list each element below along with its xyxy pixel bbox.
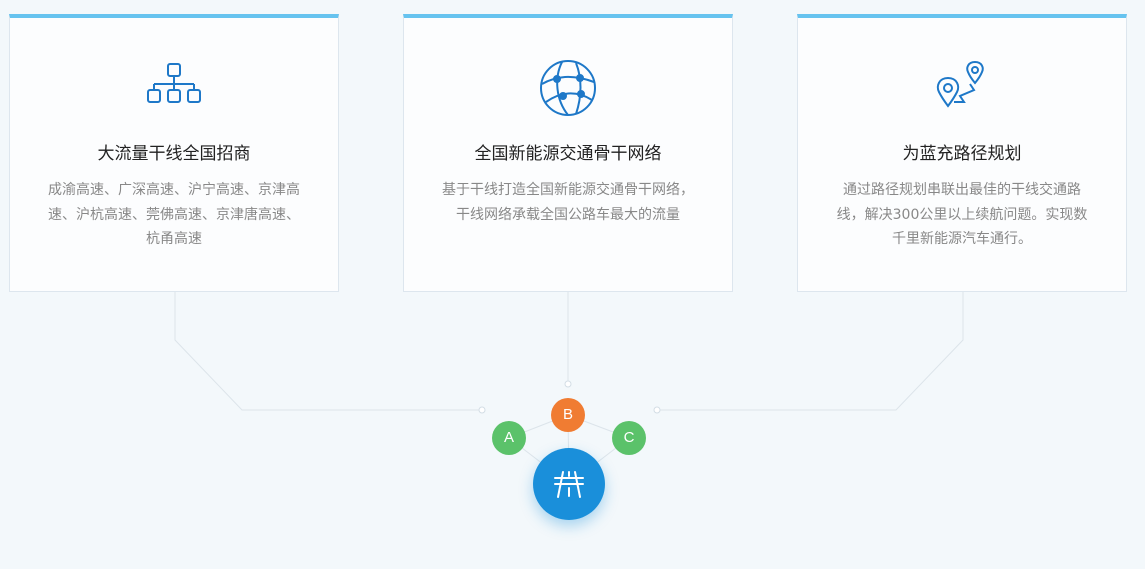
node-b: B <box>551 398 585 432</box>
card-title: 全国新能源交通骨干网络 <box>474 144 662 164</box>
highway-icon <box>554 471 584 498</box>
node-a: A <box>492 421 526 455</box>
connector-right <box>659 292 964 411</box>
card-description: 基于干线打造全国新能源交通骨干网络，干线网络承载全国公路车最大的流量 <box>442 182 694 223</box>
org-chart-icon <box>142 56 206 120</box>
connector-dot-left <box>478 406 486 414</box>
card-trunk-investment: 大流量干线全国招商 成渝高速、广深高速、沪宁高速、京津高速、沪杭高速、莞佛高速、… <box>9 14 339 292</box>
card-route-planning: 为蓝充路径规划 通过路径规划串联出最佳的干线交通路线，解决300公里以上续航问题… <box>797 14 1127 292</box>
globe-network-icon <box>536 56 600 120</box>
node-c: C <box>612 421 646 455</box>
connector-dot-right <box>653 406 661 414</box>
highway-hub <box>533 448 605 520</box>
card-title: 大流量干线全国招商 <box>97 144 251 164</box>
route-pins-icon <box>930 56 994 120</box>
connector-left <box>174 292 480 411</box>
connector-dot-middle <box>564 380 572 388</box>
card-description: 通过路径规划串联出最佳的干线交通路线，解决300公里以上续航问题。实现数千里新能… <box>836 182 1088 247</box>
card-backbone-network: 全国新能源交通骨干网络 基于干线打造全国新能源交通骨干网络，干线网络承载全国公路… <box>403 14 733 292</box>
card-title: 为蓝充路径规划 <box>902 144 1022 164</box>
card-description: 成渝高速、广深高速、沪宁高速、京津高速、沪杭高速、莞佛高速、京津唐高速、杭甬高速 <box>48 182 300 247</box>
